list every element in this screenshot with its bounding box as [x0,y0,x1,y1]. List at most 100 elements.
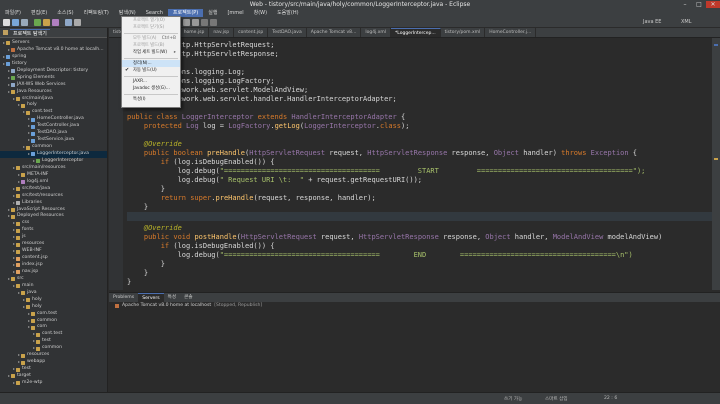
menu-item-1[interactable]: 편집(E) [26,9,52,17]
run-icon[interactable] [34,19,41,26]
project-menu-item[interactable]: Javadoc 생성(G)... [122,85,180,92]
tree-item[interactable]: ▸ src/test/java [0,186,107,193]
tree-item[interactable]: ▸ common [0,345,107,352]
tree-item[interactable]: ▸ Apache Tomcat v8.0 home at localh... [0,47,107,54]
project-explorer-tab[interactable]: 프로젝트 탐색기 [10,28,50,37]
project-menu-item[interactable]: 작업 세트 빌드(W) ▸ [122,49,180,56]
editor-tab[interactable]: home.jsp [180,28,210,37]
editor-tab[interactable]: Apache Tomcat v8... [307,28,362,37]
tree-item[interactable]: ▸ java [0,290,107,297]
tree-item[interactable]: ▸ target [0,373,107,380]
tree-item[interactable]: ▸ log4j.xml [0,179,107,186]
tree-item[interactable]: ▸ Deployment Descriptor: tistory [0,68,107,75]
tree-item[interactable]: ▸ nav.jsp [0,269,107,276]
project-menu-item[interactable]: ✔ 자동 빌드(U) [122,67,180,74]
menu-item-2[interactable]: 소스(S) [52,9,78,17]
tree-item[interactable]: ▸ webapp [0,359,107,366]
tree-item[interactable]: ▸ m2e-wtp [0,380,107,387]
tree-item[interactable]: ▸ cont.test [0,331,107,338]
editor-tab[interactable]: log4j.xml [361,28,392,37]
save-icon[interactable] [12,19,19,26]
tree-item[interactable]: ▸ LoggerInterceptor.java [0,151,107,158]
tree-item[interactable]: ▸ holy [0,297,107,304]
next-annotation-icon[interactable] [183,19,190,26]
perspective-java-ee[interactable]: Java EE [640,18,664,27]
project-menu-item[interactable]: 프로젝트 빌드(B) [122,42,180,49]
tree-item[interactable]: ▸ META-INF [0,172,107,179]
ruler-mark[interactable] [714,158,718,160]
menu-item-8[interactable]: [mmel [222,9,248,17]
tree-item[interactable]: ▸ common [0,144,107,151]
external-tools-icon[interactable] [52,19,59,26]
tree-item[interactable]: ▸ LoggerInterceptor [0,158,107,165]
tree-item[interactable]: ▸ test [0,366,107,373]
bottom-tab[interactable]: Problems [109,293,138,302]
code-editor[interactable]: et.http.HttpServletRequest; et.http.Http… [109,38,712,290]
editor-tab[interactable]: *LoggerIntercep... [391,28,441,37]
tree-item[interactable]: ▸ JAX-WS Web Services [0,82,107,89]
project-menu-item[interactable]: 정리(N)... [122,60,180,67]
menu-item-7[interactable]: 실행 [203,9,222,17]
tree-item[interactable]: ▸ Deployed Resources [0,213,107,220]
perspective-xml[interactable]: XML [678,18,695,27]
close-button[interactable]: ✕ [706,1,720,8]
tree-item[interactable]: ▸ main [0,283,107,290]
prev-annotation-icon[interactable] [192,19,199,26]
tree-item[interactable]: ▸ holy [0,102,107,109]
ruler-mark[interactable] [714,44,718,46]
menu-item-10[interactable]: 도움말(H) [272,9,303,17]
tree-item[interactable]: ▸ src/main/resources [0,165,107,172]
tree-item[interactable]: ▸ content.jsp [0,255,107,262]
back-icon[interactable] [201,19,208,26]
tree-item[interactable]: ▸ test [0,338,107,345]
tree-item[interactable]: ▸ Java Resources [0,89,107,96]
tree-item[interactable]: ▸ src/main/java [0,96,107,103]
menu-item-0[interactable]: 파일(F) [0,9,26,17]
editor-tab[interactable]: content.jsp [234,28,269,37]
tree-item[interactable]: ▸ resources [0,352,107,359]
tree-item[interactable]: ▸ spring [0,54,107,61]
project-menu-item[interactable]: JAXR... [122,78,180,85]
code-content[interactable]: et.http.HttpServletRequest; et.http.Http… [127,41,712,287]
tree-item[interactable]: ▸ Spring Elements [0,75,107,82]
tree-item[interactable]: ▸ js [0,234,107,241]
tree-item[interactable]: ▸ fonts [0,227,107,234]
menu-item-9[interactable]: 창(W) [249,9,272,17]
tree-item[interactable]: ▸ css [0,220,107,227]
project-menu-item[interactable]: 모두 빌드(A) Ctrl+B [122,35,180,42]
bottom-tab[interactable]: 콘솔 [180,293,196,302]
project-menu-item[interactable]: 특성(I) [122,96,180,103]
tree-item[interactable]: ▸ holy [0,304,107,311]
menu-item-3[interactable]: 리팩토링(T) [79,9,114,17]
new-icon[interactable] [3,19,10,26]
tree-item[interactable]: ▸ common [0,318,107,325]
tree-item[interactable]: ▸ Servers [0,40,107,47]
editor-tab[interactable]: nav.jsp [209,28,235,37]
maximize-button[interactable]: □ [692,1,706,8]
debug-icon[interactable] [43,19,50,26]
minimize-button[interactable]: – [678,1,692,8]
bottom-tab[interactable]: Servers [138,293,164,302]
tree-item[interactable]: ▸ WEB-INF [0,248,107,255]
bottom-tab[interactable]: 특성 [164,293,180,302]
tree-item[interactable]: ▸ tistory [0,61,107,68]
forward-icon[interactable] [210,19,217,26]
print-icon[interactable] [21,19,28,26]
tree-item[interactable]: ▸ resources [0,241,107,248]
tree-item[interactable]: ▸ src [0,276,107,283]
tree-item[interactable]: ▸ Libraries [0,200,107,207]
server-row[interactable]: Apache Tomcat v8.0 home at localhost [Sto… [109,302,720,310]
search-icon[interactable] [74,19,81,26]
tree-item[interactable]: ▸ com.test [0,311,107,318]
tree-item[interactable]: ▸ src/test/resources [0,193,107,200]
project-menu-label: 모두 빌드(A) [133,36,157,41]
open-type-icon[interactable] [65,19,72,26]
editor-tab[interactable]: HomeController.j... [485,28,537,37]
tree-item[interactable]: ▸ TestService.java [0,137,107,144]
tree-item[interactable]: ▸ index.jsp [0,262,107,269]
overview-ruler[interactable] [712,38,720,290]
project-menu-item[interactable]: 프로젝트 열기(O) [122,17,180,24]
editor-tab[interactable]: TestDAO.java [268,28,307,37]
editor-tab[interactable]: tistory/pom.xml [441,28,486,37]
project-menu-item[interactable]: 프로젝트 닫기(S) [122,24,180,31]
